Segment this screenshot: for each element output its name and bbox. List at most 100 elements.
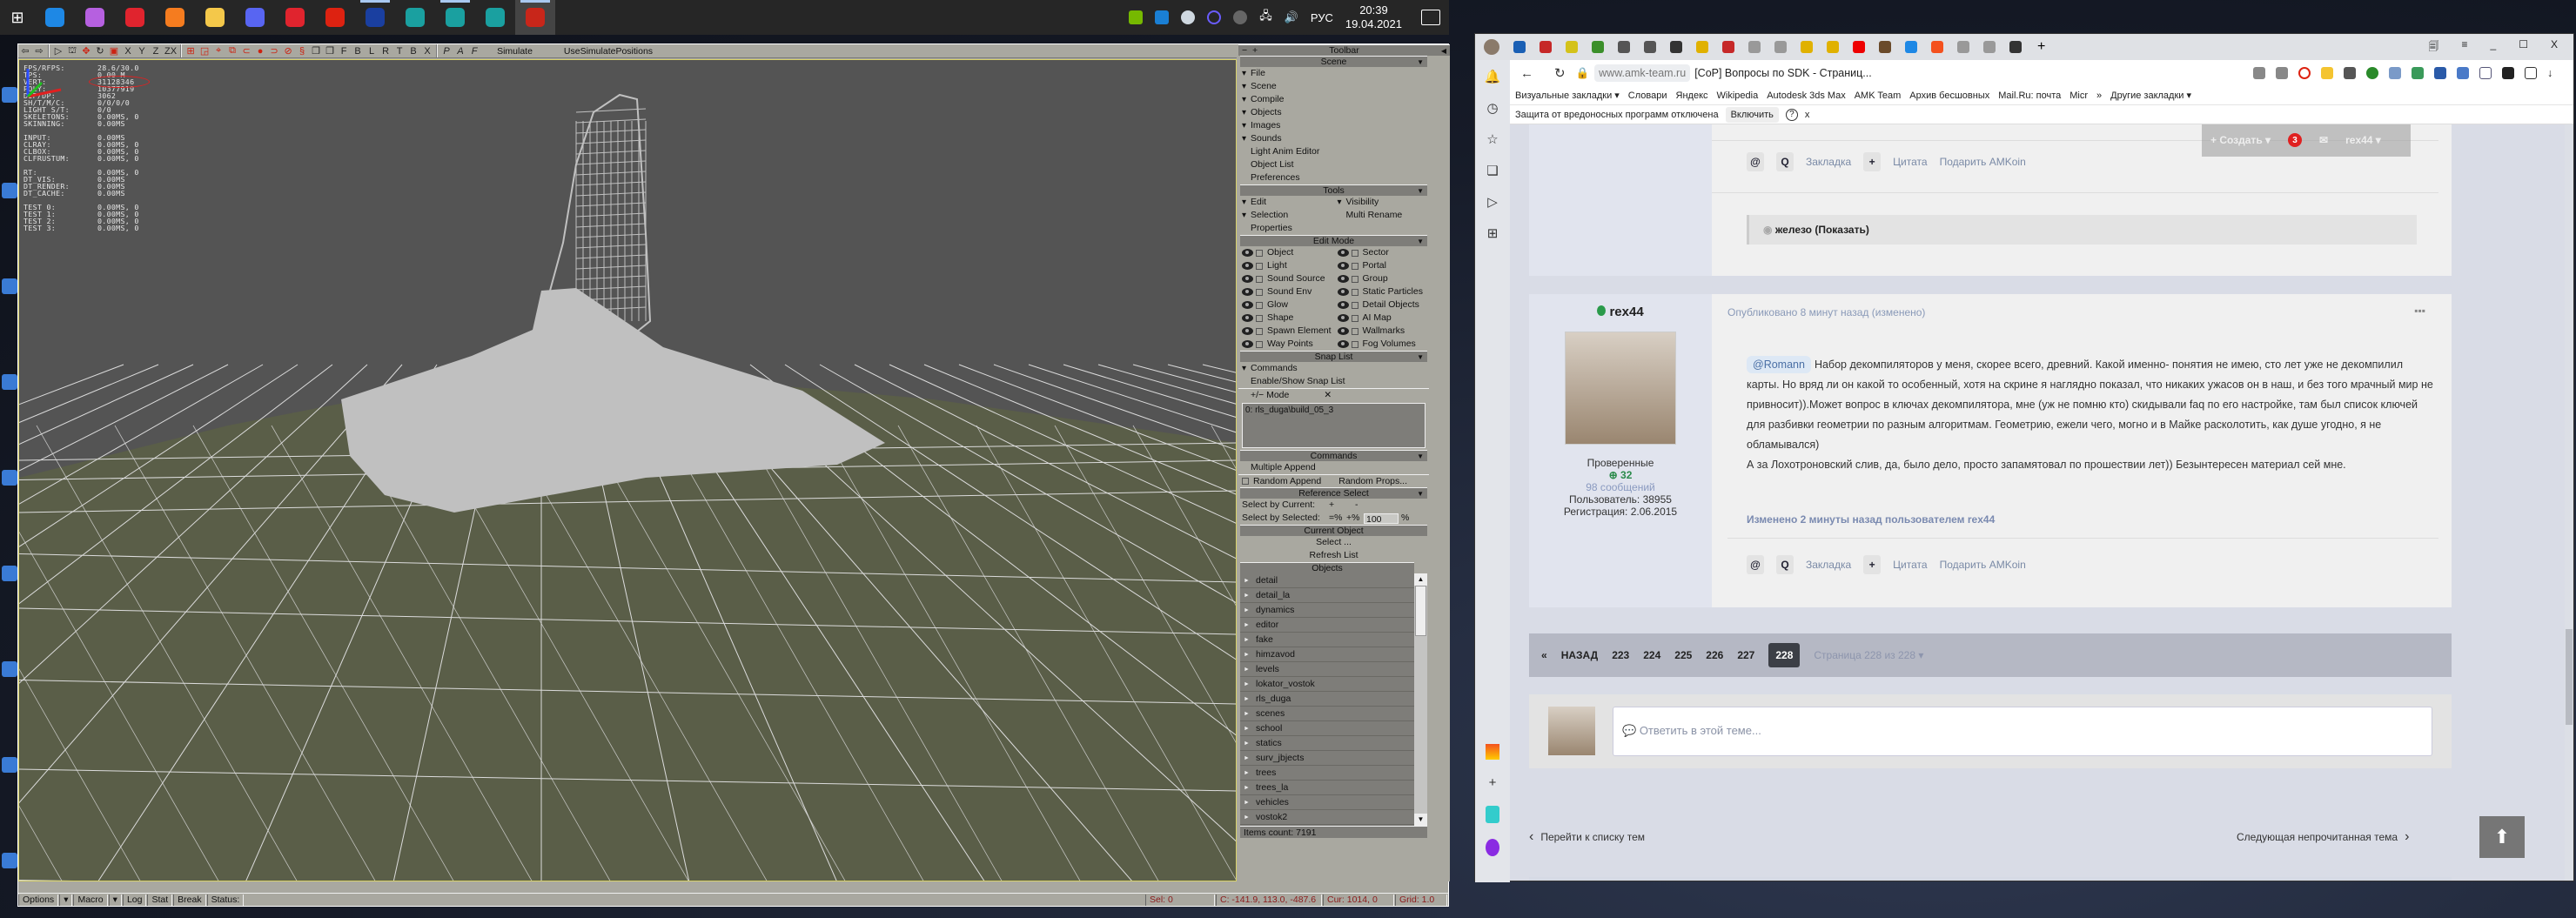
toolbar-panel-header[interactable]: − + Toolbar ◀ xyxy=(1238,44,1450,56)
extension-icon[interactable] xyxy=(2344,67,2356,79)
edit-mode-item[interactable]: Fog Volumes xyxy=(1334,338,1430,351)
edit-mode-checkbox[interactable] xyxy=(1351,327,1358,335)
tools-menu-item[interactable]: Selection xyxy=(1238,209,1334,222)
page-link[interactable]: 224 xyxy=(1643,649,1660,661)
browser-tab[interactable] xyxy=(1931,41,1943,53)
page-title[interactable]: [CoP] Вопросы по SDK - Страниц... xyxy=(1694,67,1872,79)
edit-mode-item[interactable]: Glow xyxy=(1238,298,1334,312)
edit-mode-item[interactable]: Shape xyxy=(1238,312,1334,325)
box-snap-icon[interactable]: ◲ xyxy=(198,44,211,57)
eye-icon[interactable] xyxy=(1242,340,1253,348)
object-folder[interactable]: detail xyxy=(1240,573,1414,588)
select-eq-percent[interactable]: =% xyxy=(1329,512,1346,525)
options-button[interactable]: Options xyxy=(18,894,59,906)
browser-tab[interactable] xyxy=(1748,41,1761,53)
taskbar-app-maya-2[interactable] xyxy=(475,0,515,35)
network-icon[interactable]: 🖧 xyxy=(1259,8,1272,27)
mention-button[interactable]: @ xyxy=(1747,555,1764,574)
select-tool-icon[interactable]: ▷ xyxy=(51,44,65,57)
percent-input[interactable]: 100 xyxy=(1364,513,1399,525)
profile-avatar[interactable] xyxy=(1484,39,1499,55)
snap-commands[interactable]: Commands xyxy=(1238,362,1429,375)
taskbar-app-3ds-max[interactable] xyxy=(435,0,475,35)
multiple-append-button[interactable]: Multiple Append xyxy=(1238,461,1429,474)
edit-mode-item[interactable]: Way Points xyxy=(1238,338,1334,351)
browser-tab[interactable] xyxy=(1722,41,1734,53)
bookmarks-icon[interactable]: 🗐 xyxy=(2429,38,2439,57)
edit-mode-checkbox[interactable] xyxy=(1351,249,1358,257)
adblock-extension-icon[interactable] xyxy=(2298,67,2311,79)
menu-icon[interactable]: ≡ xyxy=(2462,38,2468,57)
axis-zx-button[interactable]: ZX xyxy=(163,44,178,57)
collections-icon[interactable]: ❏ xyxy=(1486,163,1498,178)
browser-tab[interactable] xyxy=(2009,41,2022,53)
eye-icon[interactable] xyxy=(1337,288,1349,296)
snap-list-box[interactable]: 0: rls_duga\build_05_3 xyxy=(1242,403,1426,448)
extension-icon[interactable] xyxy=(2502,67,2514,79)
vertex-snap-icon[interactable]: ● xyxy=(253,44,267,57)
grid-snap-icon[interactable]: ⌖ xyxy=(211,44,225,57)
object-folder[interactable]: scenes xyxy=(1240,707,1414,721)
random-props-button[interactable]: Random Props... xyxy=(1338,475,1407,488)
eye-icon[interactable] xyxy=(1337,327,1349,335)
object-folder[interactable]: school xyxy=(1240,721,1414,736)
undo-icon[interactable]: ⇦ xyxy=(18,44,32,57)
snap-entry[interactable]: 0: rls_duga\build_05_3 xyxy=(1245,405,1422,415)
select-current-plus[interactable]: + xyxy=(1329,499,1355,512)
eye-icon[interactable] xyxy=(1242,249,1253,257)
browser-tab[interactable] xyxy=(1827,41,1839,53)
browser-tab[interactable] xyxy=(1879,41,1891,53)
edit-mode-item[interactable]: Sound Env xyxy=(1238,285,1334,298)
object-snap-icon[interactable]: ⧉ xyxy=(225,44,239,57)
scroll-down-icon[interactable]: ▼ xyxy=(1414,814,1427,826)
scene-section-header[interactable]: Scene ▼ xyxy=(1240,56,1427,67)
reader-icon[interactable] xyxy=(2253,67,2265,79)
object-folder[interactable]: detail_la xyxy=(1240,588,1414,603)
random-append-checkbox[interactable] xyxy=(1242,478,1249,485)
plus-button[interactable]: + xyxy=(1863,152,1882,171)
current-page[interactable]: 228 xyxy=(1768,643,1801,667)
back-icon[interactable]: ← xyxy=(1510,66,1544,81)
maximize-button[interactable]: ☐ xyxy=(2519,38,2528,57)
scroll-up-icon[interactable]: ▲ xyxy=(1414,573,1427,586)
ring-app-icon[interactable] xyxy=(1207,10,1222,24)
scene-menu-item[interactable]: Objects xyxy=(1238,106,1429,119)
scale-box-icon[interactable]: ▣ xyxy=(107,44,121,57)
eye-icon[interactable] xyxy=(1337,301,1349,309)
scene-menu-item[interactable]: Preferences xyxy=(1238,171,1429,184)
taskbar-app-ap2[interactable] xyxy=(355,0,395,35)
scroll-thumb[interactable] xyxy=(1415,586,1426,636)
start-button[interactable]: ⊞ xyxy=(0,0,35,35)
bookmark-item[interactable]: Визуальные закладки ▾ xyxy=(1515,90,1620,101)
edit-mode-checkbox[interactable] xyxy=(1256,327,1263,335)
view-bottom[interactable]: B xyxy=(406,44,420,57)
taskbar-app-firefox[interactable] xyxy=(155,0,195,35)
create-button[interactable]: + Создать ▾ xyxy=(2210,134,2271,146)
bookmark-item[interactable]: Архив бесшовных xyxy=(1909,90,1989,101)
taskbar-app-maya-1[interactable] xyxy=(395,0,435,35)
edit-mode-checkbox[interactable] xyxy=(1256,275,1263,283)
scene-menu-item[interactable]: File xyxy=(1238,67,1429,80)
view-left[interactable]: L xyxy=(365,44,379,57)
edit-mode-item[interactable]: Static Particles xyxy=(1334,285,1430,298)
object-folder[interactable]: lokator_vostok xyxy=(1240,677,1414,692)
eye-icon[interactable] xyxy=(1337,340,1349,348)
objects-scrollbar[interactable]: ▲ ▼ xyxy=(1414,573,1427,826)
history-icon[interactable]: ◷ xyxy=(1486,100,1498,116)
alice-icon[interactable] xyxy=(1486,839,1499,856)
bookmark-item[interactable]: Wikipedia xyxy=(1717,90,1759,101)
objects-tree[interactable]: detaildetail_ladynamicseditorfakehimzavo… xyxy=(1240,573,1427,826)
weather-extension-icon[interactable] xyxy=(2321,67,2333,79)
edit-mode-checkbox[interactable] xyxy=(1351,288,1358,296)
current-object-header[interactable]: Current Object xyxy=(1240,525,1427,536)
apps-grid-icon[interactable]: ⊞ xyxy=(1487,225,1499,241)
snap-clear-button[interactable]: ✕ xyxy=(1324,389,1332,401)
tools-menu-item[interactable]: Visibility xyxy=(1334,196,1430,209)
move-to-snap-icon[interactable]: ⊘ xyxy=(281,44,295,57)
sound-extension-icon[interactable] xyxy=(2389,67,2401,79)
eye-icon[interactable] xyxy=(1337,249,1349,257)
object-folder[interactable]: statics xyxy=(1240,736,1414,751)
notification-badge[interactable]: 3 xyxy=(2288,133,2303,147)
mail-extension-icon[interactable] xyxy=(2479,67,2492,79)
object-folder[interactable]: levels xyxy=(1240,662,1414,677)
